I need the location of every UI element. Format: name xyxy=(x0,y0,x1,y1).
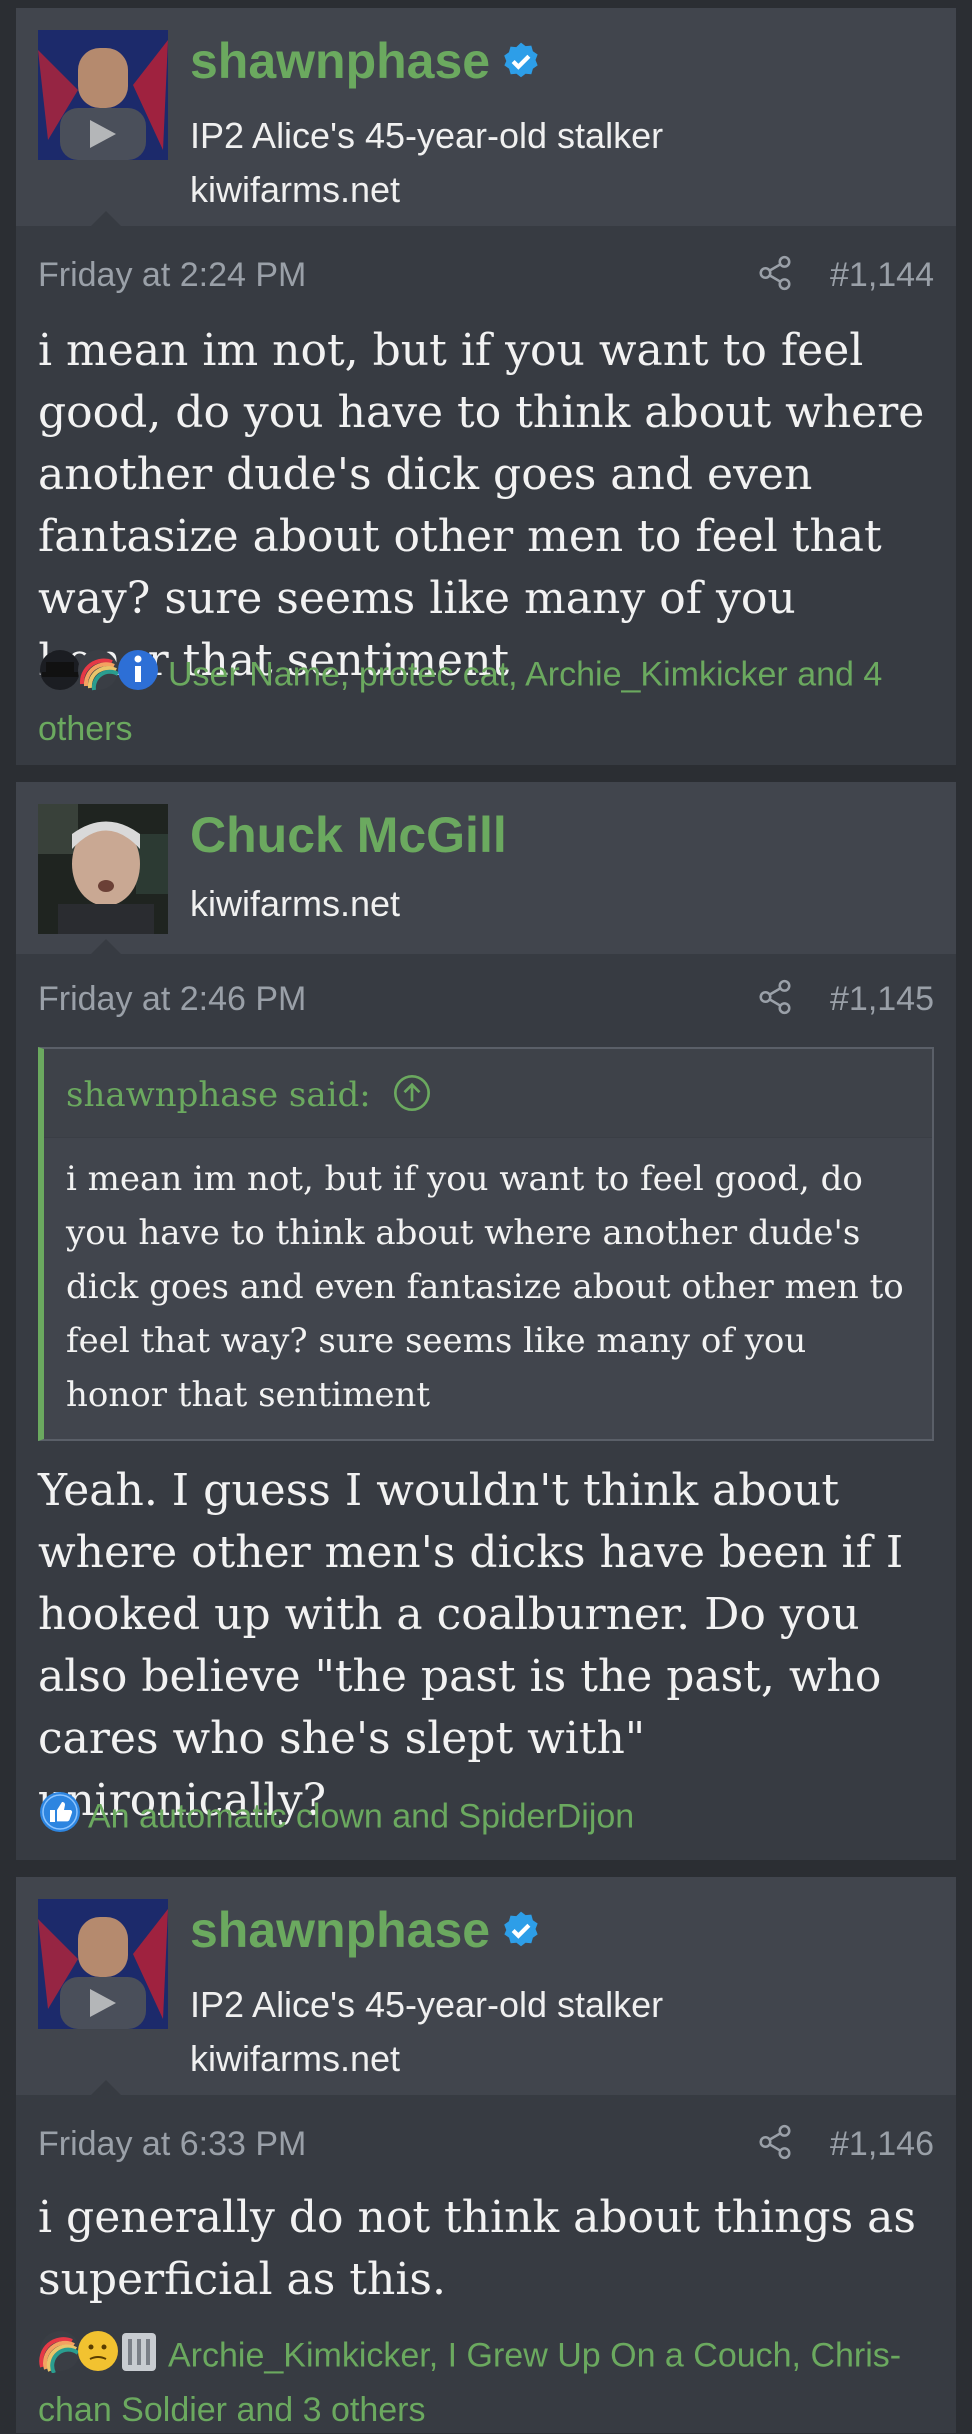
verified-badge-icon xyxy=(504,1911,538,1947)
header-pointer xyxy=(90,939,122,955)
avatar[interactable] xyxy=(38,804,168,934)
post-body: i generally do not think about things as… xyxy=(38,2192,916,2305)
post-user-header: shawnphase IP2 Alice's 45-year-old stalk… xyxy=(16,1877,956,2096)
username[interactable]: shawnphase xyxy=(190,36,542,86)
reaction-icons xyxy=(38,648,162,705)
reactions-bar[interactable]: User Name, protec cat, Archie_Kimkicker … xyxy=(38,648,934,753)
reactions-text[interactable]: User Name, protec cat, Archie_Kimkicker … xyxy=(38,655,882,748)
header-pointer xyxy=(90,211,122,227)
jump-to-quote-icon[interactable] xyxy=(392,1073,432,1113)
quote-header[interactable]: shawnphase said: xyxy=(44,1049,932,1138)
username[interactable]: Chuck McGill xyxy=(190,810,507,860)
username-link[interactable]: Chuck McGill xyxy=(190,810,507,860)
reaction-icons xyxy=(38,1790,82,1847)
post: shawnphase IP2 Alice's 45-year-old stalk… xyxy=(16,8,956,765)
user-title: IP2 Alice's 45-year-old stalker xyxy=(190,1984,664,2025)
verified-badge-icon xyxy=(504,42,538,78)
post-body: i mean im not, but if you want to feel g… xyxy=(38,325,925,686)
avatar[interactable] xyxy=(38,30,168,160)
reactions-text[interactable]: Archie_Kimkicker, I Grew Up On a Couch, … xyxy=(38,2336,901,2429)
quote-text: i mean im not, but if you want to feel g… xyxy=(66,1159,904,1415)
post-number[interactable]: #1,145 xyxy=(830,982,934,1016)
post-number[interactable]: #1,146 xyxy=(830,2127,934,2161)
reactions-text[interactable]: An automatic clown and SpiderDijon xyxy=(88,1797,634,1835)
post: shawnphase IP2 Alice's 45-year-old stalk… xyxy=(16,1877,956,2433)
post-body: Yeah. I guess I wouldn't think about whe… xyxy=(38,1465,904,1826)
user-domain: kiwifarms.net xyxy=(190,2038,401,2079)
share-icon[interactable] xyxy=(756,254,794,292)
username-link[interactable]: shawnphase xyxy=(190,1905,490,1955)
post-date[interactable]: Friday at 2:24 PM xyxy=(38,258,306,292)
post-date[interactable]: Friday at 6:33 PM xyxy=(38,2127,306,2161)
share-icon[interactable] xyxy=(756,2123,794,2161)
reaction-icons xyxy=(38,2329,162,2386)
avatar[interactable] xyxy=(38,1899,168,2029)
post-user-header: Chuck McGill kiwifarms.net xyxy=(16,782,956,955)
user-title: IP2 Alice's 45-year-old stalker xyxy=(190,115,664,156)
username-link[interactable]: shawnphase xyxy=(190,36,490,86)
header-pointer xyxy=(90,2080,122,2096)
post-date[interactable]: Friday at 2:46 PM xyxy=(38,982,306,1016)
post-number[interactable]: #1,144 xyxy=(830,258,934,292)
quote-author[interactable]: shawnphase said: xyxy=(66,1075,371,1115)
quote-block: shawnphase said: i mean im not, but if y… xyxy=(38,1047,934,1441)
reactions-bar[interactable]: An automatic clown and SpiderDijon xyxy=(38,1790,934,1847)
share-icon[interactable] xyxy=(756,978,794,1016)
username[interactable]: shawnphase xyxy=(190,1905,542,1955)
post-user-header: shawnphase IP2 Alice's 45-year-old stalk… xyxy=(16,8,956,227)
user-domain: kiwifarms.net xyxy=(190,883,401,924)
reactions-bar[interactable]: Archie_Kimkicker, I Grew Up On a Couch, … xyxy=(38,2329,934,2434)
user-domain: kiwifarms.net xyxy=(190,169,401,210)
post: Chuck McGill kiwifarms.net Friday at 2:4… xyxy=(16,782,956,1860)
